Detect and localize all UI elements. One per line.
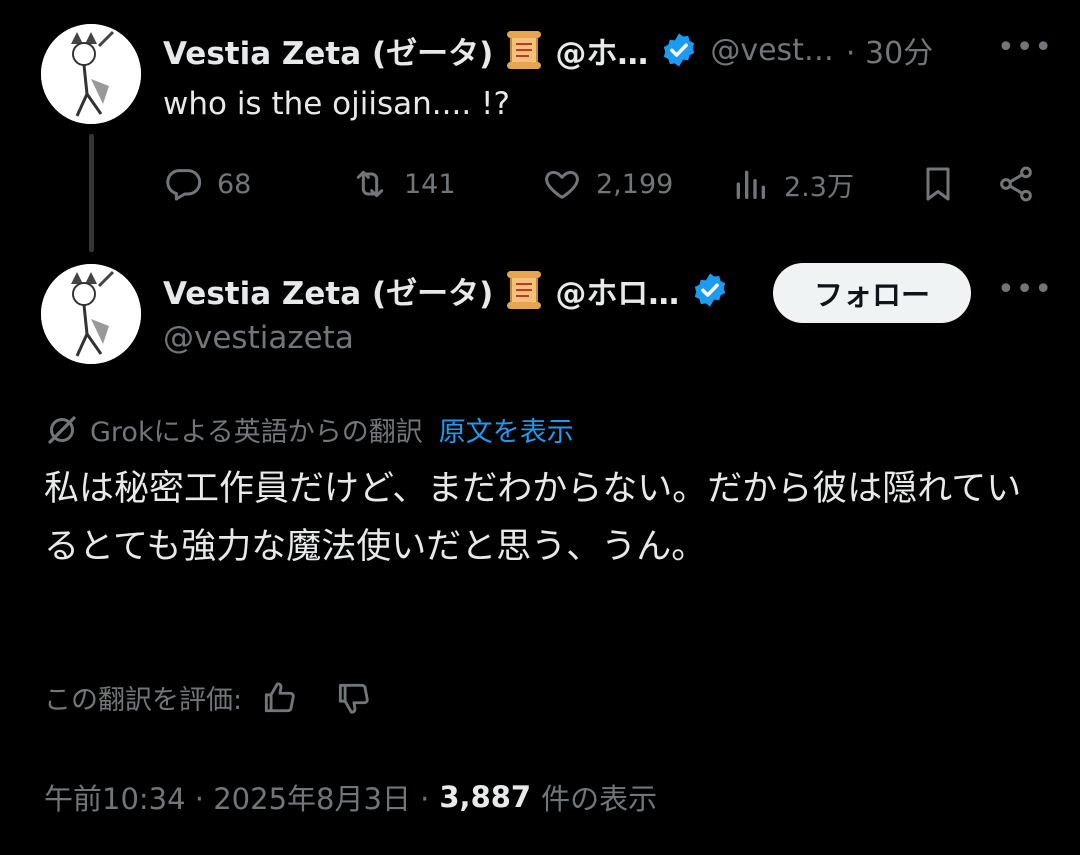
view-count: 3,887 [439,780,532,814]
share-icon [1000,166,1032,202]
tweet-header: Vestia Zeta (ゼータ) @ホ… @vest… · 30分 [163,26,933,74]
scroll-emoji-icon [505,29,543,71]
more-options-icon[interactable]: ••• [997,30,1053,65]
tweet-text: who is the ojiisan.... !? [163,86,510,122]
thumbs-down-icon[interactable] [334,679,372,717]
follow-button[interactable]: フォロー [773,263,971,323]
like-button[interactable]: 2,199 [542,164,673,204]
retweet-count: 141 [404,168,456,200]
share-button[interactable] [996,164,1036,204]
avatar-illustration [41,24,141,124]
avatar-illustration [41,264,141,364]
verified-badge-icon [660,31,698,69]
grok-icon [48,415,76,444]
handle-short[interactable]: @ホロ… [555,268,679,313]
reply-button[interactable]: 68 [163,164,251,204]
view-count-suffix: 件の表示 [541,782,658,816]
like-count: 2,199 [596,168,674,200]
translation-note: Grokによる英語からの翻訳 原文を表示 [44,410,574,449]
reply-count: 68 [217,168,252,200]
handle-short[interactable]: @ホ… [555,28,648,73]
scroll-emoji-icon [505,269,543,311]
analytics-icon [736,170,765,199]
timestamp-row: 午前10:34 · 2025年8月3日 · 3,887 件の表示 [44,776,657,818]
translated-tweet-text: 私は秘密工作員だけど、まだわからない。だから彼は隠れているとても強力な魔法使いだ… [44,469,1022,567]
translation-source-label: Grokによる英語からの翻訳 [90,417,423,448]
bookmark-button[interactable] [918,164,958,204]
thread-connector-line [89,134,94,252]
rate-translation: この翻訳を評価: [44,678,372,717]
heart-icon [545,170,579,199]
views-count: 2.3万 [784,171,854,203]
retweet-icon [356,170,384,198]
thumbs-up-icon[interactable] [260,679,298,717]
more-options-icon[interactable]: ••• [997,272,1053,307]
avatar[interactable] [41,264,141,364]
verified-badge-icon [691,271,729,309]
rate-translation-label: この翻訳を評価: [44,685,243,716]
display-name[interactable]: Vestia Zeta (ゼータ) [163,28,493,73]
reply-icon [166,169,202,201]
tweet-header: Vestia Zeta (ゼータ) @ホロ… [163,266,729,314]
time-ago[interactable]: · 30分 [846,28,933,72]
views-button[interactable]: 2.3万 [730,164,854,204]
bookmark-icon [926,167,950,201]
retweet-button[interactable]: 141 [350,164,456,204]
avatar[interactable] [41,24,141,124]
display-name[interactable]: Vestia Zeta (ゼータ) [163,268,493,313]
post-timestamp[interactable]: 午前10:34 · 2025年8月3日 · [44,776,429,818]
show-original-link[interactable]: 原文を表示 [439,410,574,449]
username[interactable]: @vest… [710,33,834,68]
username[interactable]: @vestiazeta [163,320,354,356]
